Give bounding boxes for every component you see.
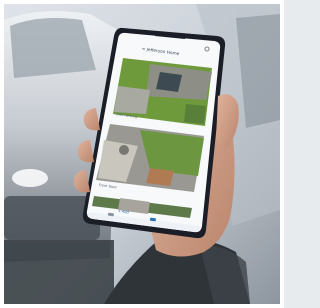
frame-right <box>280 0 284 308</box>
van-windshield <box>10 18 96 78</box>
photo-scene: < Jefferson Home Side Parking Front Door… <box>0 0 284 308</box>
ground-shadow <box>4 240 114 304</box>
frame-left <box>0 0 4 308</box>
feed1-tree <box>184 104 206 124</box>
frame-top <box>0 0 284 4</box>
feed2-porch <box>146 168 174 186</box>
feed2-planter <box>119 145 129 155</box>
feed1-roof <box>114 86 150 114</box>
van-headlight <box>12 169 48 187</box>
feed1-car <box>156 72 182 92</box>
frame-bottom <box>0 304 284 308</box>
